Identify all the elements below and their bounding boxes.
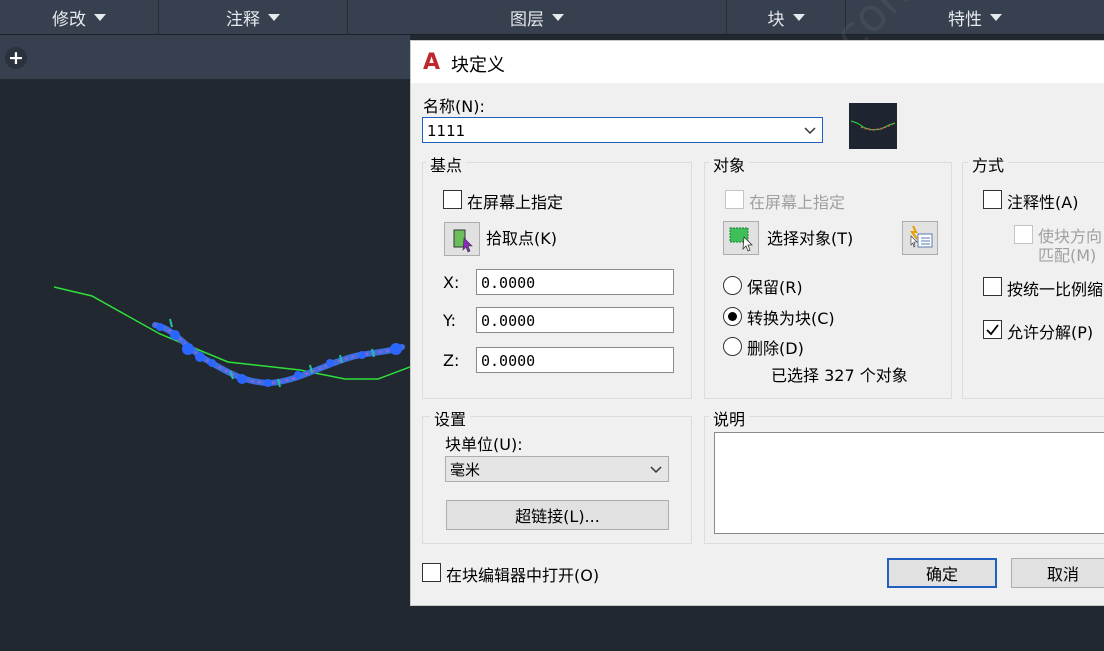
select-objects-label: 选择对象(T) (767, 229, 854, 248)
base-specify-on-screen-checkbox[interactable] (443, 190, 462, 209)
ribbon-panel-bar: 修改 注释 图层 块 特性 (0, 0, 1104, 35)
ribbon-panel-modify[interactable]: 修改 (0, 0, 159, 34)
select-objects-button[interactable] (723, 221, 759, 255)
delete-radio[interactable] (723, 337, 742, 356)
file-tab-bar: + (0, 35, 410, 79)
chevron-down-icon (792, 13, 805, 21)
select-objects-icon (729, 227, 753, 252)
ok-button[interactable]: 确定 (887, 558, 997, 588)
z-label: Z: (443, 351, 460, 370)
ribbon-panel-layers[interactable]: 图层 (348, 0, 727, 34)
drawing-canvas[interactable] (0, 79, 411, 647)
drawing-geometry (53, 286, 411, 388)
block-unit-label: 块单位(U): (445, 435, 523, 454)
y-coordinate-input[interactable]: 0.0000 (476, 307, 674, 333)
description-textarea[interactable] (714, 432, 1104, 534)
base-specify-on-screen-label: 在屏幕上指定 (467, 193, 564, 212)
chevron-down-icon (804, 127, 816, 135)
dialog-titlebar[interactable]: A 块定义 (411, 41, 1104, 83)
name-value: 1111 (427, 122, 466, 140)
pick-point-label: 拾取点(K) (486, 229, 557, 248)
autocad-logo-icon: A (423, 50, 441, 75)
match-orientation-checkbox[interactable] (1014, 225, 1033, 244)
chevron-down-icon (268, 13, 280, 21)
allow-exploding-label: 允许分解(P) (1007, 323, 1094, 342)
y-value: 0.0000 (481, 312, 536, 330)
delete-label: 删除(D) (747, 339, 804, 358)
ribbon-panel-block[interactable]: 块 (727, 0, 846, 34)
checkmark-icon (986, 324, 999, 336)
green-polyline (53, 286, 411, 380)
objects-specify-on-screen-label: 在屏幕上指定 (749, 193, 846, 212)
ribbon-panel-label: 修改 (52, 9, 86, 30)
block-unit-select[interactable]: 毫米 (445, 456, 669, 482)
selected-count: 已选择 327 个对象 (771, 366, 908, 385)
dialog-title: 块定义 (451, 55, 505, 76)
allow-exploding-checkbox[interactable] (983, 320, 1002, 339)
name-label: 名称(N): (423, 97, 485, 116)
chevron-down-icon (552, 13, 564, 21)
hyperlink-label: 超链接(L)... (515, 507, 600, 526)
ribbon-panel-properties[interactable]: 特性 (846, 0, 1104, 34)
x-value: 0.0000 (481, 274, 536, 292)
description-group-title: 说明 (709, 406, 750, 430)
z-coordinate-input[interactable]: 0.0000 (476, 347, 674, 373)
block-unit-value: 毫米 (450, 461, 481, 479)
chevron-down-icon (650, 466, 662, 474)
x-coordinate-input[interactable]: 0.0000 (476, 269, 674, 295)
block-preview-geometry (850, 120, 896, 131)
block-preview-thumbnail (849, 103, 897, 149)
convert-to-block-radio[interactable] (723, 307, 742, 326)
ok-label: 确定 (925, 565, 958, 584)
z-value: 0.0000 (481, 352, 536, 370)
objects-group-title: 对象 (709, 152, 750, 176)
chevron-down-icon (990, 13, 1002, 21)
cancel-button[interactable]: 取消 (1011, 558, 1104, 588)
pick-point-button[interactable] (444, 222, 480, 256)
radio-selected-dot (728, 312, 737, 321)
open-in-editor-checkbox[interactable] (422, 563, 441, 582)
annotative-label: 注释性(A) (1007, 193, 1079, 212)
ribbon-panel-label: 块 (767, 9, 785, 30)
name-combobox[interactable]: 1111 (422, 117, 823, 143)
retain-label: 保留(R) (747, 278, 803, 297)
retain-radio[interactable] (723, 276, 742, 295)
quick-select-icon (910, 225, 933, 248)
hyperlink-button[interactable]: 超链接(L)... (446, 500, 669, 530)
selected-block-handles (156, 323, 402, 387)
y-label: Y: (443, 311, 457, 330)
open-in-editor-label: 在块编辑器中打开(O) (446, 566, 600, 585)
block-definition-dialog: A 块定义 名称(N): 1111 基点 在屏幕上指定 拾取点(K) X: 0.… (410, 40, 1104, 606)
objects-specify-on-screen-checkbox[interactable] (725, 190, 744, 209)
scale-uniformly-label: 按统一比例缩 (1007, 280, 1104, 299)
base-point-group-title: 基点 (426, 152, 467, 176)
ribbon-panel-label: 图层 (510, 9, 544, 30)
annotative-checkbox[interactable] (983, 190, 1002, 209)
x-label: X: (443, 273, 460, 292)
convert-to-block-label: 转换为块(C) (747, 309, 835, 328)
new-tab-plus-icon[interactable]: + (5, 47, 27, 69)
behavior-group-title: 方式 (968, 152, 1009, 176)
ribbon-panel-annotation[interactable]: 注释 (159, 0, 348, 34)
pick-point-icon (453, 229, 473, 253)
match-orientation-label-2: 匹配(M) (1038, 246, 1097, 265)
ribbon-panel-label: 注释 (226, 9, 260, 30)
cancel-label: 取消 (1046, 565, 1079, 584)
ribbon-panel-label: 特性 (948, 9, 982, 30)
chevron-down-icon (94, 13, 106, 21)
scale-uniformly-checkbox[interactable] (983, 277, 1002, 296)
quick-select-button[interactable] (902, 221, 938, 255)
settings-group-title: 设置 (430, 406, 471, 430)
